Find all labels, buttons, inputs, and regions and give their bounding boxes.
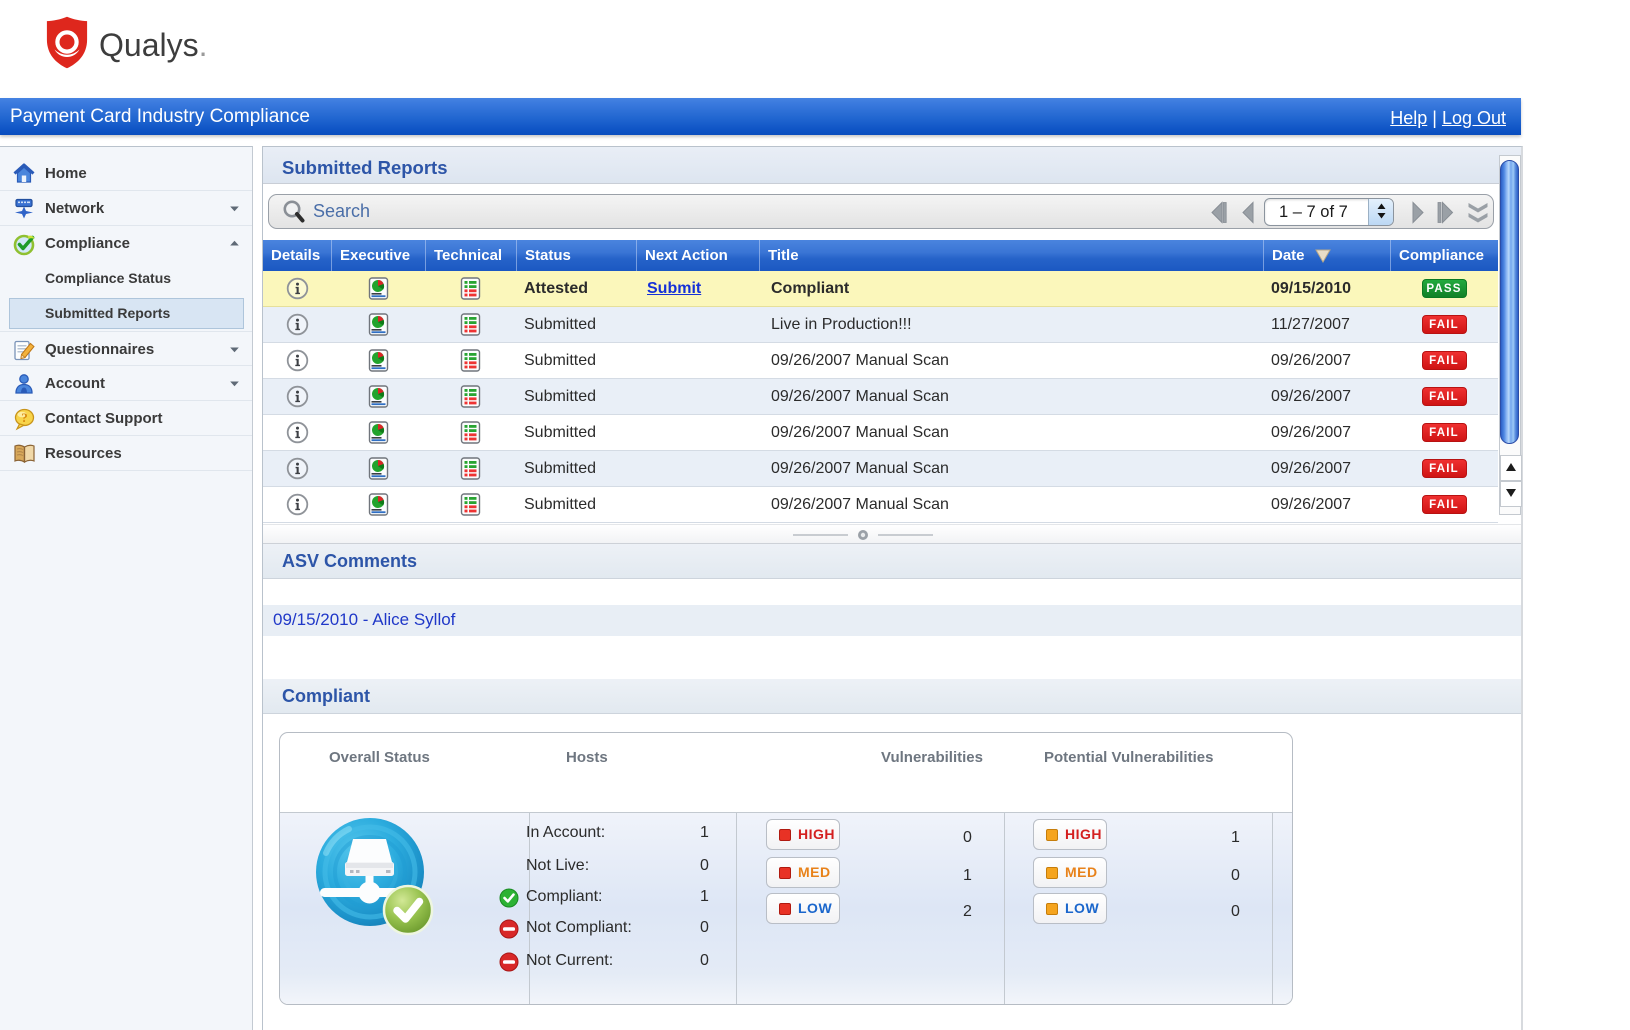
svg-text:?: ? <box>21 410 28 425</box>
